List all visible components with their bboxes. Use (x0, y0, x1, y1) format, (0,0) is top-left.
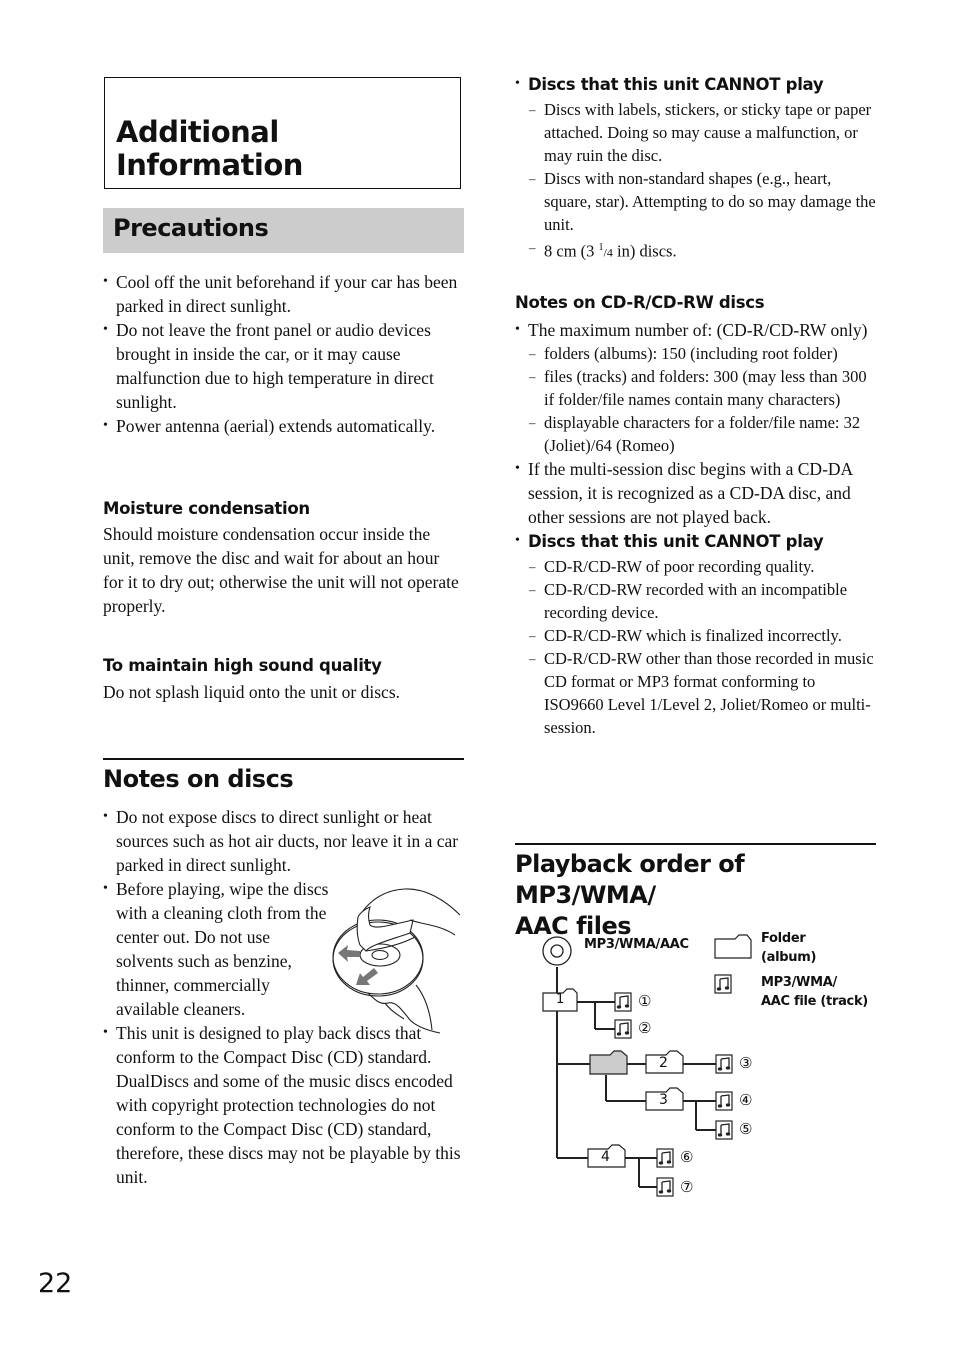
moisture-text: Should moisture condensation occur insid… (103, 524, 459, 616)
sound-quality-text: Do not splash liquid onto the unit or di… (103, 682, 401, 702)
folder-label: 3 (659, 1092, 668, 1108)
disc-label: MP3/WMA/AAC (584, 937, 689, 952)
disc-icon (542, 936, 572, 966)
list-item: Cool off the unit beforehand if your car… (103, 270, 464, 318)
folder-label: 1 (556, 992, 565, 1007)
cdr-cannot-play-heading: Discs that this unit CANNOT play (515, 529, 877, 554)
cannot-play-list: Discs with labels, stickers, or sticky t… (515, 98, 877, 265)
max-number-list: folders (albums): 150 (including root fo… (515, 342, 877, 457)
track-number: ② (638, 1019, 652, 1037)
music-note-icon (614, 1019, 632, 1039)
chapter-title: Additional Information (116, 115, 303, 182)
list-item: The maximum number of: (CD-R/CD-RW only) (515, 318, 877, 342)
cannot-play-heading: Discs that this unit CANNOT play (515, 72, 877, 97)
list-item: Discs with non-standard shapes (e.g., he… (515, 167, 877, 236)
list-item: CD-R/CD-RW of poor recording quality. (515, 555, 877, 578)
music-note-icon (715, 1054, 733, 1074)
list-item: CD-R/CD-RW other than those recorded in … (515, 647, 877, 739)
page-number: 22 (38, 1268, 73, 1299)
disc-cleaning-illustration (332, 888, 461, 1034)
list-item: Do not leave the front panel or audio de… (103, 318, 464, 414)
moisture-heading: Moisture condensation (103, 499, 310, 518)
legend-music-note-icon (714, 974, 732, 994)
precautions-header: Precautions (103, 208, 464, 253)
legend-file-label: MP3/WMA/ AAC file (track) (761, 975, 868, 1009)
cdr-notes-section: Notes on CD-R/CD-RW discs The maximum nu… (515, 292, 877, 739)
list-item: If the multi-session disc begins with a … (515, 457, 877, 529)
folder-label: 4 (601, 1149, 610, 1165)
music-note-icon (715, 1120, 733, 1140)
music-note-icon (614, 992, 632, 1012)
list-item: CD-R/CD-RW recorded with an incompatible… (515, 578, 877, 624)
list-item: Power antenna (aerial) extends automatic… (103, 414, 464, 438)
moisture-section: Moisture condensation Should moisture co… (103, 498, 464, 618)
track-number: ⑤ (739, 1120, 753, 1138)
legend-folder-icon (714, 934, 752, 959)
list-item: Before playing, wipe the discs with a cl… (103, 877, 331, 1021)
list-item: This unit is designed to play back discs… (103, 1021, 464, 1189)
list-item: CD-R/CD-RW which is finalized incorrectl… (515, 624, 877, 647)
cdr-cannot-play-list: CD-R/CD-RW of poor recording quality. CD… (515, 555, 877, 739)
list-item: displayable characters for a folder/file… (515, 411, 877, 457)
track-number: ① (638, 992, 652, 1010)
list-item: folders (albums): 150 (including root fo… (515, 342, 877, 365)
folder-icon (589, 1050, 628, 1075)
playback-order-diagram: MP3/WMA/AAC Folder (album) MP3/WMA/ AAC … (535, 925, 880, 1205)
chapter-title-box: Additional Information (104, 77, 461, 189)
notes-on-discs-title: Notes on discs (103, 765, 294, 793)
cdr-notes-heading: Notes on CD-R/CD-RW discs (515, 293, 765, 312)
track-number: ⑦ (680, 1178, 694, 1196)
list-item: Discs with labels, stickers, or sticky t… (515, 98, 877, 167)
cannot-play-section: Discs that this unit CANNOT play Discs w… (515, 72, 877, 265)
precautions-list: Cool off the unit beforehand if your car… (103, 270, 464, 438)
list-item: 8 cm (3 1/4 in) discs. (515, 236, 877, 265)
folder-label: 2 (659, 1055, 668, 1071)
precautions-title: Precautions (113, 214, 269, 242)
track-number: ⑥ (680, 1148, 694, 1166)
track-number: ③ (739, 1054, 753, 1072)
notes-on-discs-header: Notes on discs (103, 758, 464, 795)
sound-quality-section: To maintain high sound quality Do not sp… (103, 655, 464, 704)
list-item: files (tracks) and folders: 300 (may les… (515, 365, 877, 411)
list-item: Do not expose discs to direct sunlight o… (103, 805, 464, 877)
track-number: ④ (739, 1091, 753, 1109)
legend-folder-label: Folder (album) (761, 931, 817, 965)
music-note-icon (656, 1148, 674, 1168)
music-note-icon (656, 1177, 674, 1197)
music-note-icon (715, 1091, 733, 1111)
sound-quality-heading: To maintain high sound quality (103, 656, 382, 675)
